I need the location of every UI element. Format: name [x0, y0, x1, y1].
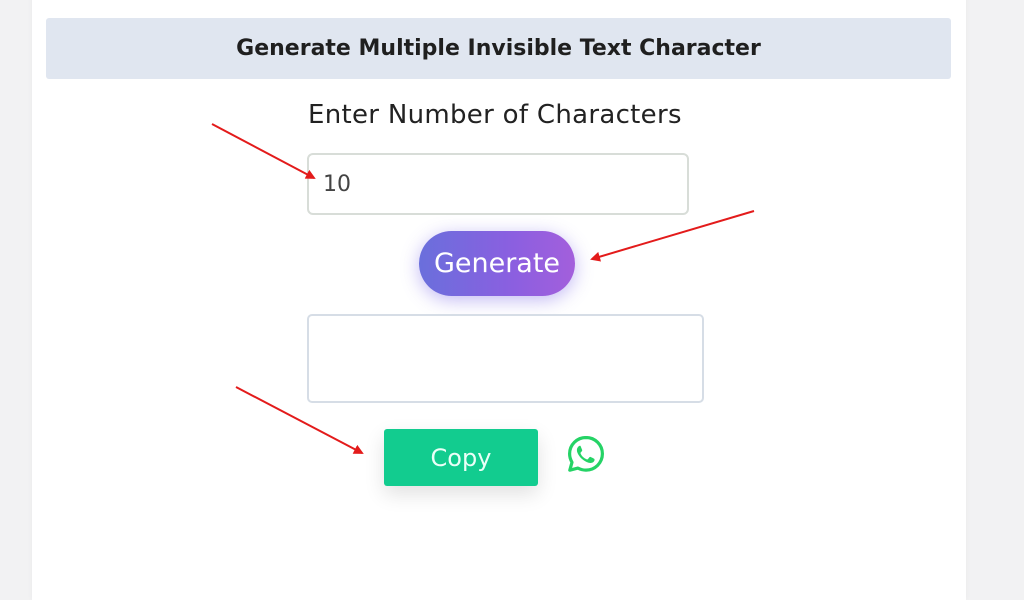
whatsapp-bubble-outline — [568, 435, 604, 472]
whatsapp-icon[interactable] — [566, 434, 606, 474]
character-count-input[interactable] — [307, 153, 689, 215]
copy-button[interactable]: Copy — [384, 429, 538, 486]
whatsapp-handset — [576, 445, 595, 464]
content-card — [32, 0, 966, 600]
section-title: Generate Multiple Invisible Text Charact… — [236, 36, 761, 61]
character-count-label: Enter Number of Characters — [308, 100, 682, 130]
generate-button[interactable]: Generate — [419, 231, 575, 296]
section-header: Generate Multiple Invisible Text Charact… — [46, 18, 951, 79]
output-textarea[interactable] — [307, 314, 704, 403]
